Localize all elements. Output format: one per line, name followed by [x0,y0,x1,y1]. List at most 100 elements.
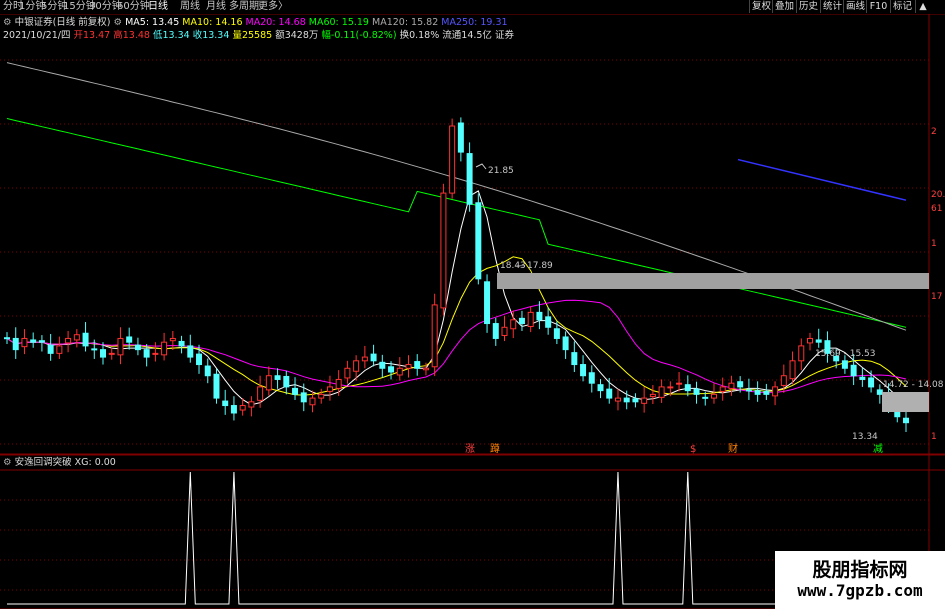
gear-icon[interactable]: ⚙ [3,17,12,28]
price-labels: 21.8518.43— 17.8915.69 - 15.5314.72 - 14.… [465,163,944,455]
candle-body-9 [82,332,89,347]
candle-body-54 [475,202,482,280]
candle-body-31 [274,375,281,380]
candle-body-21 [187,345,194,358]
candle-body-103 [903,417,909,424]
period-tab-10[interactable]: 更多〉 [258,0,288,14]
candle-body-85 [745,389,752,392]
candle-body-24 [213,373,220,399]
toolbar-button-1[interactable]: 叠加 [772,0,796,13]
candle-body-13 [117,337,124,356]
sector-label: 证券 [494,30,514,41]
ma60-line [6,118,907,328]
candle-body-41 [361,356,368,362]
close-label: 收13.34 [192,30,230,41]
toolbar-button-5[interactable]: F10 [866,0,890,13]
period-tab-7[interactable]: 周线 [180,0,200,14]
candle-body-84 [737,381,744,388]
candle-body-97 [850,364,857,377]
period-tab-6[interactable]: 日线 [148,0,168,14]
toolbar-button-0[interactable]: 复权 [749,0,773,13]
amount-label: 额3428万 [275,30,319,41]
candle-body-8 [73,334,80,341]
header-row-2: 2021/10/21/四 开13.47 高13.48 低13.34 收13.34… [3,29,514,43]
candle-body-72 [632,398,639,403]
resistance-band-1 [497,273,929,289]
candle-body-65 [571,352,578,366]
signal-line [7,471,906,605]
stock-title: 中银证券(日线 前复权) [14,17,111,28]
candle-body-23 [204,365,211,377]
signal-label-3: 财 [728,442,738,455]
candle-body-87 [763,390,770,395]
candle-body-58 [510,319,517,330]
candle-body-67 [588,372,595,384]
volume-label: 量25585 [232,30,273,41]
date-label: 2021/10/21/四 [3,30,71,41]
candle-body-34 [300,392,307,403]
label-high: 21.85 [488,166,514,176]
toolbar-button-3[interactable]: 统计 [820,0,844,13]
ma5-label: MA5: 13.45 [125,17,180,28]
candle-body-70 [614,397,621,402]
period-tab-8[interactable]: 月线 [206,0,226,14]
candle-body-76 [667,386,674,389]
high-label: 高13.48 [113,30,150,41]
period-tab-5[interactable]: 60分钟 [117,0,150,14]
candle-body-82 [719,386,726,392]
candle-body-61 [536,311,543,321]
scroll-arrow-icon[interactable]: ▲ [915,0,930,13]
candle-body-45 [396,367,403,376]
candle-body-80 [702,396,709,399]
axis-label-1: 20.6 [931,190,945,200]
candle-body-73 [641,397,648,404]
candle-body-15 [134,344,141,351]
ma120-label: MA120: 15.82 [372,17,439,28]
candle-body-59 [518,317,525,325]
candle-body-33 [292,387,299,395]
candle-body-98 [859,376,866,380]
candle-body-55 [484,281,491,325]
candle-body-30 [265,375,272,391]
indicator-name: 安逸回调突破 [14,457,72,468]
candle-body-7 [65,337,72,344]
candle-body-71 [623,397,630,403]
candle-body-48 [422,367,429,371]
toolbar-button-6[interactable]: 标记 [890,0,914,13]
label-local-high-b: 17.89 [527,261,553,271]
ma20-label: MA20: 14.68 [245,17,306,28]
candle-body-92 [806,337,813,344]
candle-body-14 [126,336,133,343]
toolbar-button-2[interactable]: 历史 [796,0,820,13]
signal-label-2: $ [690,444,696,455]
candle-body-44 [388,366,395,373]
ma60-label: MA60: 15.19 [308,17,369,28]
signal-label-4: 减 [873,443,883,455]
candle-body-16 [143,349,150,358]
candle-body-4 [38,340,45,343]
candle-body-17 [152,352,159,355]
gear-icon[interactable]: ⚙ [3,457,12,468]
candle-body-53 [466,153,473,205]
candle-body-99 [868,377,875,388]
axis-label-5: 1 [931,432,937,442]
candle-body-35 [309,397,316,406]
candle-body-19 [169,337,176,342]
candle-body-63 [553,328,560,339]
period-tab-9[interactable]: 多周期 [229,0,259,14]
candle-body-79 [693,388,700,395]
candle-body-60 [527,311,534,328]
candle-body-93 [815,339,822,343]
axis-label-2: 61 [931,204,942,214]
candle-body-2 [21,337,28,348]
low-label: 低13.34 [152,30,190,41]
indicator-value: XG: 0.00 [74,457,116,468]
toolbar-button-4[interactable]: 画线 [843,0,867,13]
candle-body-90 [789,360,796,380]
signal-label-0: 涨 [465,443,475,455]
ma250-label: MA250: 19.31 [441,17,508,28]
candle-body-47 [414,361,421,369]
gear-icon[interactable]: ⚙ [114,17,123,28]
candle-body-51 [449,125,456,194]
ma5-line [6,190,907,406]
